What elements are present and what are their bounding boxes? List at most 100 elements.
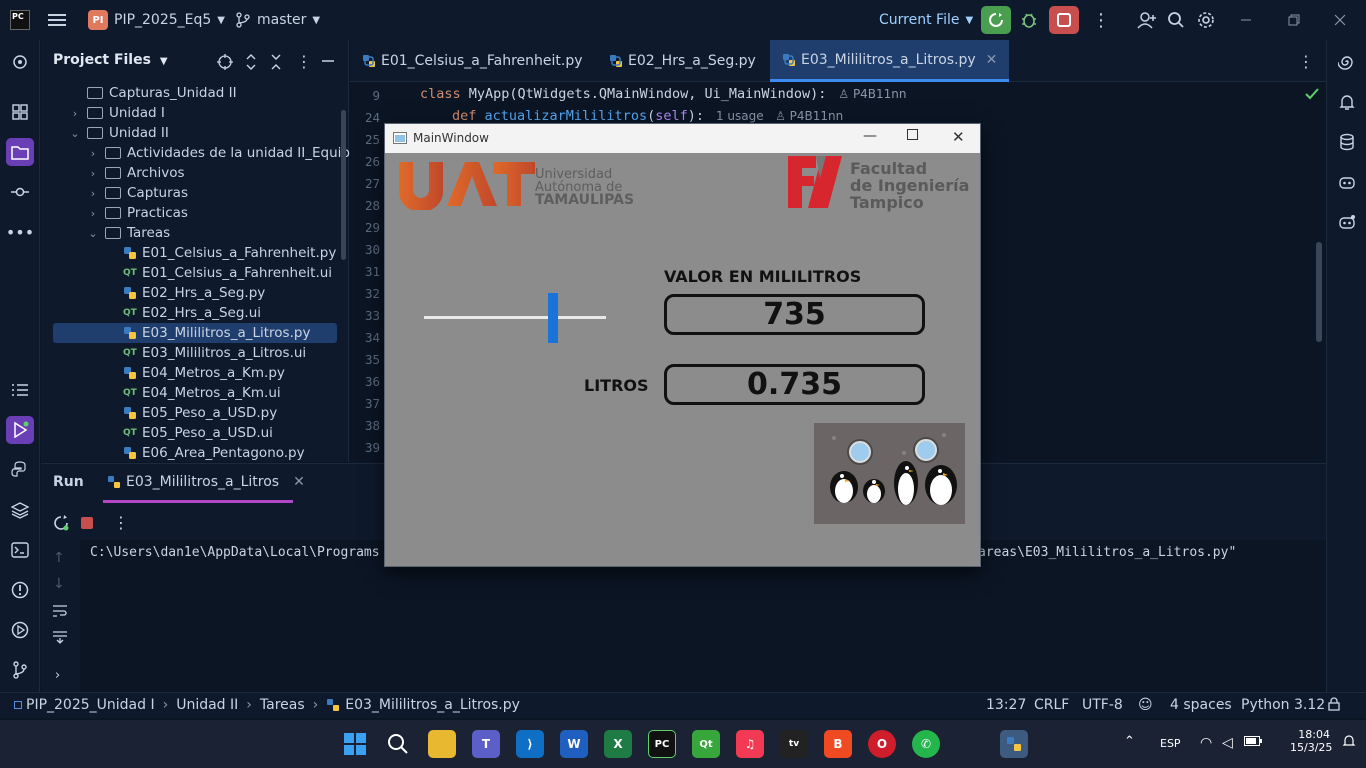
line-separator[interactable]: CRLF	[1034, 697, 1069, 713]
chevron-right-icon[interactable]: ›	[87, 167, 99, 180]
database-button[interactable]	[1333, 128, 1361, 156]
close-window-button[interactable]	[1334, 0, 1346, 40]
run-tool-button[interactable]	[6, 416, 34, 444]
qt-minimize-icon[interactable]: —	[863, 128, 877, 144]
excel-icon[interactable]: X	[604, 730, 632, 758]
assistant-button[interactable]	[1333, 208, 1361, 236]
services-run-button[interactable]	[6, 616, 34, 644]
qt-window-titlebar[interactable]: MainWindow — ✕	[385, 124, 980, 153]
battery-icon[interactable]	[1244, 736, 1262, 746]
clock[interactable]: 18:04 15/3/25	[1290, 728, 1332, 754]
chevron-right-icon[interactable]: ›	[87, 207, 99, 220]
project-panel-title[interactable]: Project Files ▼	[53, 52, 168, 68]
breadcrumb-item[interactable]: PIP_2025_Unidad I	[26, 697, 155, 713]
python-app-icon[interactable]	[1000, 730, 1028, 758]
qt-close-icon[interactable]: ✕	[952, 128, 965, 146]
tab-e01[interactable]: E01_Celsius_a_Fahrenheit.py	[350, 40, 595, 82]
app-logo[interactable]: PC	[10, 0, 30, 40]
tree-file[interactable]: QT E01_Celsius_a_Fahrenheit.ui	[123, 263, 332, 283]
tab-e02[interactable]: E02_Hrs_a_Seg.py	[597, 40, 768, 82]
breadcrumb-item[interactable]: E03_Mililitros_a_Litros.py	[345, 697, 520, 713]
tree-file[interactable]: QT E04_Metros_a_Km.ui	[123, 383, 281, 403]
ml-slider-track[interactable]	[424, 316, 606, 319]
rerun-button[interactable]	[53, 515, 69, 531]
chevron-right-icon[interactable]: ›	[55, 668, 60, 683]
version-control-button[interactable]	[6, 656, 34, 684]
lock-icon[interactable]	[1328, 697, 1340, 711]
more-tools-button[interactable]: •••	[6, 218, 34, 246]
tree-folder[interactable]: Capturas_Unidad II	[69, 83, 237, 103]
tree-file[interactable]: E04_Metros_a_Km.py	[123, 363, 285, 383]
whatsapp-icon[interactable]: ✆	[912, 730, 940, 758]
scroll-up-icon[interactable]: ↑	[53, 550, 65, 566]
editor-scrollbar[interactable]	[1316, 242, 1322, 342]
apple-tv-icon[interactable]: tv	[780, 730, 808, 758]
tree-file[interactable]: E05_Peso_a_USD.py	[123, 403, 277, 423]
todo-button[interactable]	[6, 376, 34, 404]
code-line-9[interactable]: class MyApp(QtWidgets.QMainWindow, Ui_Ma…	[420, 86, 907, 102]
hide-panel-button[interactable]	[321, 54, 335, 68]
commit-button[interactable]	[6, 178, 34, 206]
collapse-all-button[interactable]	[269, 54, 283, 70]
qt-maximize-icon[interactable]	[907, 129, 918, 140]
tab-e03[interactable]: E03_Mililitros_a_Litros.py ✕	[770, 40, 1010, 82]
wifi-icon[interactable]: ◠	[1200, 735, 1212, 751]
file-encoding[interactable]: UTF-8	[1082, 697, 1123, 713]
breadcrumb-item[interactable]: Unidad II	[176, 697, 238, 713]
vscode-icon[interactable]: ⟩	[516, 730, 544, 758]
pycharm-taskbar-icon[interactable]: PC	[648, 730, 676, 758]
stop-run-button[interactable]	[81, 517, 93, 529]
notification-bell-icon[interactable]	[1342, 733, 1356, 749]
rerun-button[interactable]	[981, 6, 1011, 34]
locate-file-button[interactable]	[217, 54, 233, 70]
problems-button[interactable]	[6, 576, 34, 604]
expand-all-button[interactable]	[244, 54, 258, 70]
tree-folder[interactable]: › Unidad I	[69, 103, 165, 123]
brave-icon[interactable]: B	[824, 730, 852, 758]
scroll-down-icon[interactable]: ↓	[53, 576, 65, 592]
branch-selector[interactable]: master ▼	[235, 0, 320, 40]
scroll-to-end-button[interactable]	[52, 630, 68, 644]
stop-button[interactable]	[1049, 6, 1079, 34]
chevron-up-icon[interactable]: ⌃	[1124, 734, 1135, 749]
teams-icon[interactable]: T	[472, 730, 500, 758]
debug-button[interactable]	[1020, 0, 1038, 40]
project-tool-button[interactable]	[6, 138, 34, 166]
add-user-button[interactable]	[1137, 0, 1157, 40]
python-interpreter[interactable]: Python 3.12	[1241, 697, 1325, 713]
chevron-right-icon[interactable]: ›	[69, 107, 81, 120]
breadcrumb-item[interactable]: Tareas	[260, 697, 305, 713]
terminal-button[interactable]	[6, 536, 34, 564]
input-language[interactable]: ESP	[1160, 737, 1181, 750]
tree-folder[interactable]: › Practicas	[87, 203, 188, 223]
tab-options-button[interactable]: ⋮	[1298, 52, 1314, 71]
volume-icon[interactable]: ◁	[1222, 735, 1233, 751]
ai-chat-button[interactable]	[1333, 48, 1361, 76]
minimize-button[interactable]	[1240, 0, 1252, 40]
tree-folder[interactable]: › Archivos	[87, 163, 185, 183]
tree-folder[interactable]: ⌄ Unidad II	[69, 123, 168, 143]
tree-file[interactable]: QT E02_Hrs_a_Seg.ui	[123, 303, 261, 323]
restore-button[interactable]	[1288, 0, 1300, 40]
tree-file[interactable]: QT E03_Mililitros_a_Litros.ui	[123, 343, 306, 363]
indent-setting[interactable]: 4 spaces	[1170, 697, 1232, 713]
opera-icon[interactable]: O	[868, 730, 896, 758]
soft-wrap-button[interactable]	[52, 604, 68, 618]
structure-button[interactable]	[6, 98, 34, 126]
tree-folder[interactable]: › Capturas	[87, 183, 188, 203]
ai-assistant-button[interactable]	[6, 48, 34, 76]
copilot-button[interactable]	[1333, 168, 1361, 196]
tree-folder[interactable]: › Actividades de la unidad II_Equipo 5	[87, 143, 371, 163]
word-icon[interactable]: W	[560, 730, 588, 758]
services-button[interactable]	[6, 496, 34, 524]
caret-position[interactable]: 13:27	[986, 697, 1026, 713]
chevron-right-icon[interactable]: ›	[87, 187, 99, 200]
chevron-right-icon[interactable]: ›	[87, 147, 99, 160]
close-tab-icon[interactable]: ✕	[986, 52, 998, 68]
tree-file[interactable]: E03_Mililitros_a_Litros.py	[53, 323, 337, 343]
taskbar-search-button[interactable]	[384, 730, 412, 758]
run-tab[interactable]: E03_Mililitros_a_Litros ✕	[107, 474, 305, 490]
tree-file[interactable]: E02_Hrs_a_Seg.py	[123, 283, 265, 303]
run-config-selector[interactable]: Current File ▼	[879, 0, 973, 40]
close-tab-icon[interactable]: ✕	[293, 474, 305, 490]
